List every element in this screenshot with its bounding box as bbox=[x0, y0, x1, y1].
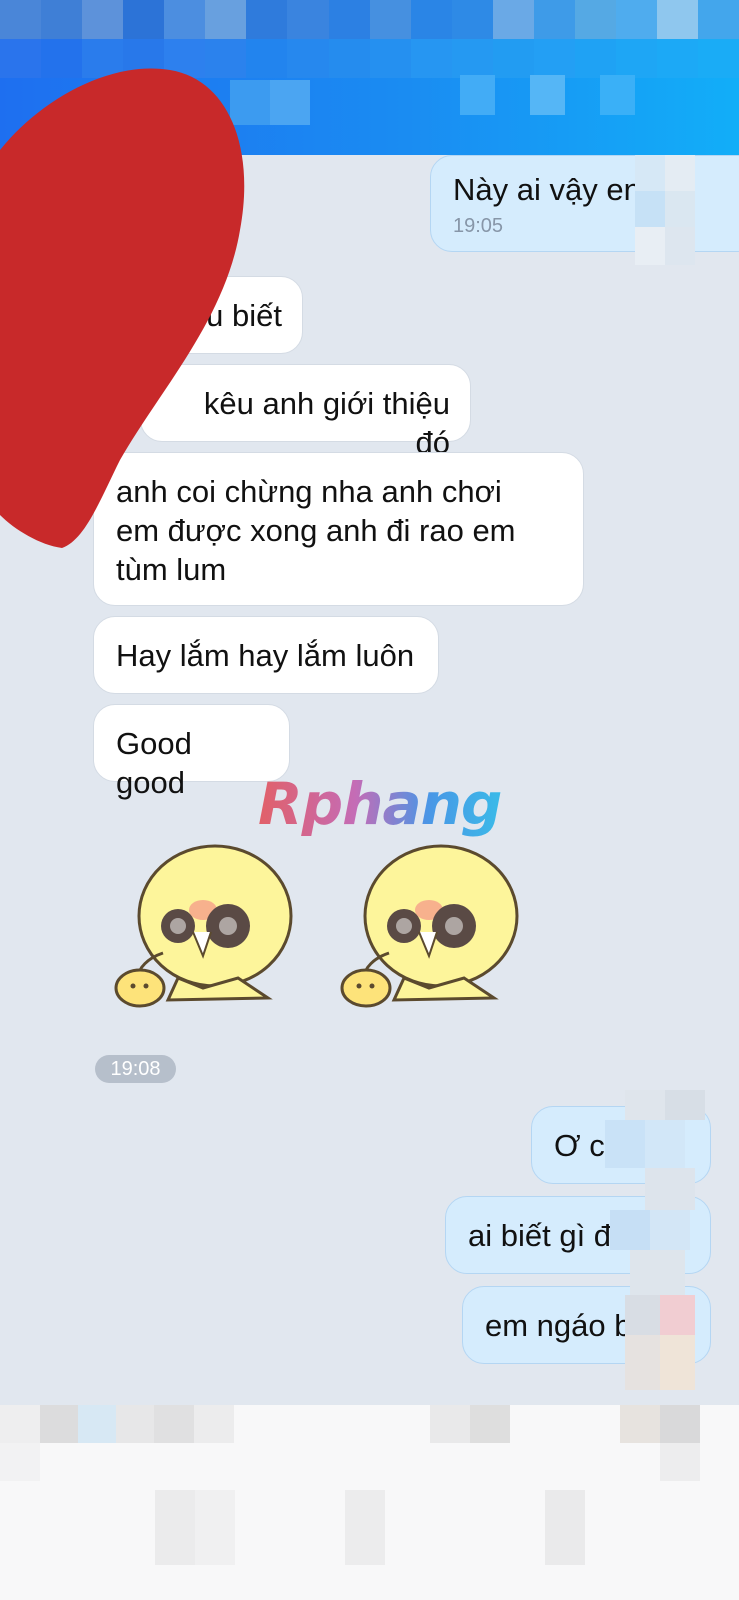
chick-sticker-icon[interactable] bbox=[108, 828, 298, 1018]
message-text: Good good bbox=[116, 726, 192, 800]
red-heart-overlay bbox=[0, 68, 245, 548]
message-input-bar[interactable] bbox=[0, 1405, 739, 1600]
message-text: Hay lắm hay lắm luôn bbox=[116, 638, 415, 673]
censor-block bbox=[635, 155, 695, 265]
received-message-bubble[interactable]: Hay lắm hay lắm luôn bbox=[93, 616, 439, 694]
chick-sticker-icon[interactable] bbox=[334, 828, 524, 1018]
message-timestamp: 19:08 bbox=[95, 1055, 176, 1083]
message-text: Này ai vậy en bbox=[453, 172, 641, 207]
censor-block bbox=[585, 1090, 705, 1390]
